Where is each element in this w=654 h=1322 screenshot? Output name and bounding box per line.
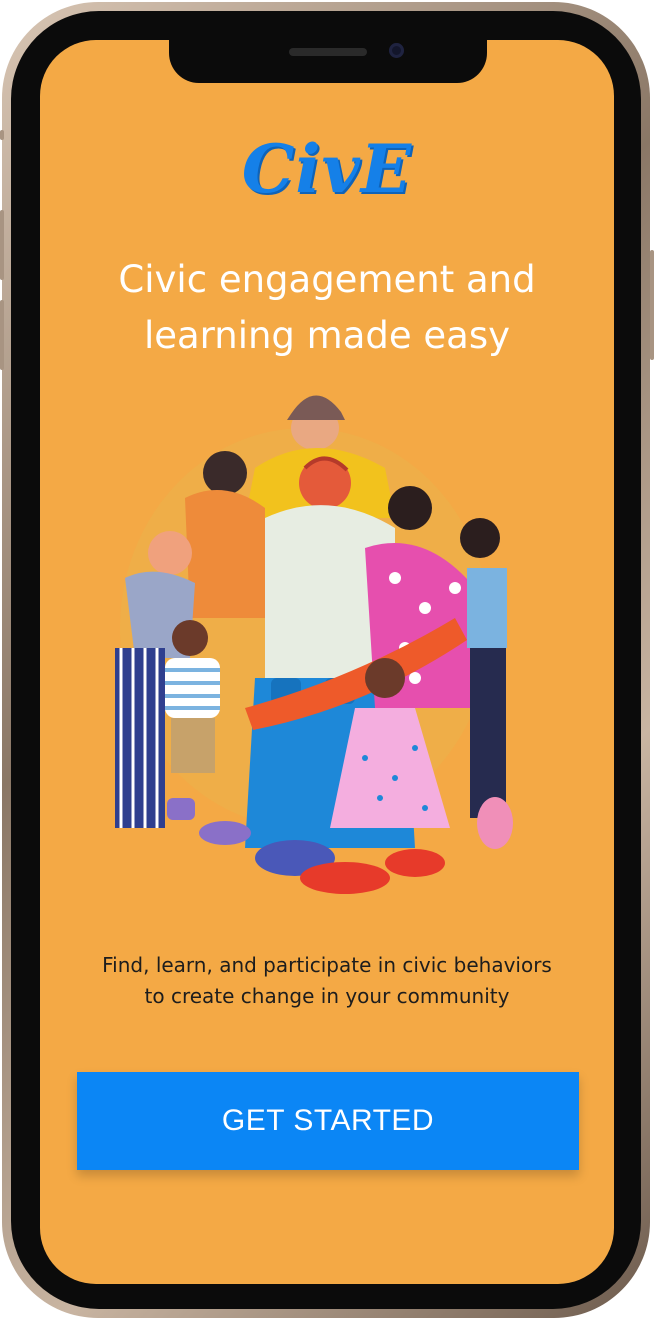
side-button [0,300,4,370]
onboarding-screen: CivE Civic engagement and learning made … [40,40,614,1284]
get-started-button[interactable]: GET STARTED [77,1072,579,1170]
side-button [0,210,4,280]
headline: Civic engagement and learning made easy [118,258,536,357]
side-button [0,130,4,140]
front-camera [389,43,404,58]
description-text: Find, learn, and participate in civic be… [102,953,552,1008]
group-hug-illustration [115,395,513,894]
app-logo: CivE [241,130,413,208]
notch [169,40,487,83]
speaker-grille [289,48,367,56]
side-button [650,250,654,360]
